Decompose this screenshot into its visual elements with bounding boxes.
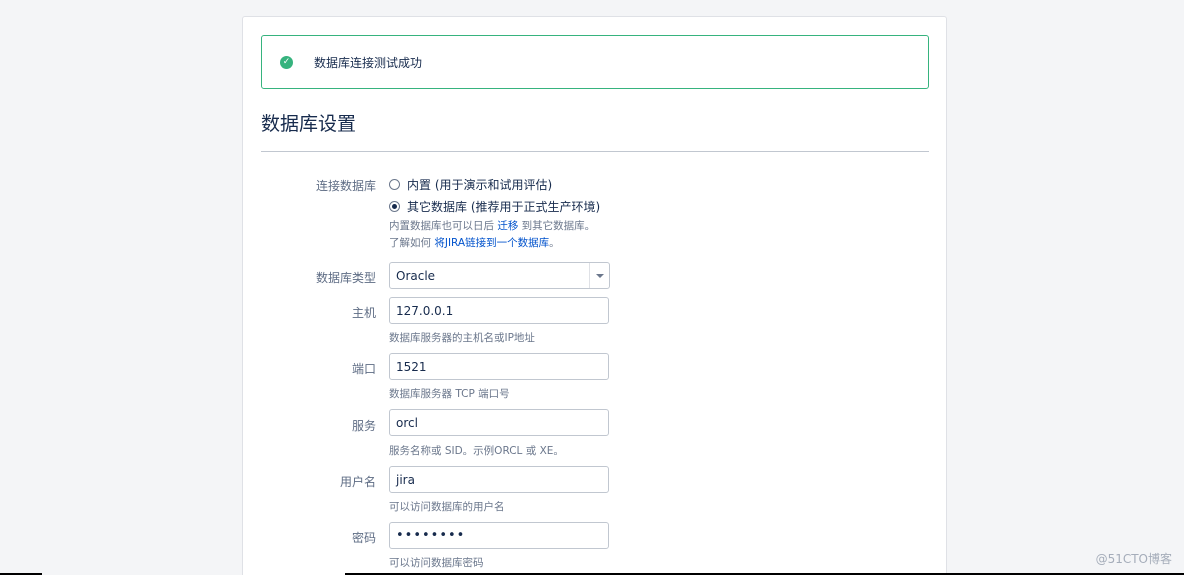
radio-builtin-label: 内置 (用于演示和试用评估): [407, 178, 553, 192]
connect-db-link[interactable]: 将JIRA链接到一个数据库: [434, 237, 549, 249]
password-input[interactable]: ••••••••: [389, 522, 609, 549]
connect-help-post: 。: [549, 237, 560, 249]
migrate-help: 内置数据库也可以日后 迁移 到其它数据库。: [389, 218, 595, 233]
chevron-down-icon[interactable]: [589, 263, 609, 288]
database-setup-panel: ✓ 数据库连接测试成功 数据库设置 连接数据库 内置 (用于演示和试用评估) 其…: [242, 16, 947, 575]
host-help: 数据库服务器的主机名或IP地址: [389, 332, 535, 344]
host-input[interactable]: 127.0.0.1: [389, 297, 609, 324]
success-message: 数据库连接测试成功: [314, 55, 423, 70]
db-type-value: Oracle: [396, 268, 436, 283]
watermark: @51CTO博客: [1095, 552, 1172, 566]
service-input[interactable]: orcl: [389, 409, 609, 436]
password-label: 密码: [351, 531, 376, 545]
migrate-link[interactable]: 迁移: [497, 220, 518, 232]
host-label: 主机: [351, 306, 376, 320]
connect-help-pre: 了解如何: [389, 237, 435, 249]
radio-builtin-option[interactable]: 内置 (用于演示和试用评估): [389, 176, 552, 193]
section-title: 数据库设置: [261, 113, 357, 135]
radio-other-db[interactable]: [389, 201, 400, 212]
port-help: 数据库服务器 TCP 端口号: [389, 388, 510, 400]
username-input[interactable]: jira: [389, 466, 609, 493]
db-type-select[interactable]: Oracle: [389, 262, 610, 289]
port-input[interactable]: 1521: [389, 353, 609, 380]
username-label: 用户名: [339, 475, 376, 489]
db-type-label: 数据库类型: [315, 271, 376, 285]
service-label: 服务: [351, 419, 376, 433]
migrate-help-post: 到其它数据库。: [518, 220, 596, 232]
password-help: 可以访问数据库密码: [389, 557, 484, 569]
check-circle-icon: ✓: [280, 55, 293, 69]
section-divider: [261, 151, 929, 152]
service-help: 服务名称或 SID。示例ORCL 或 XE。: [389, 445, 564, 457]
username-help: 可以访问数据库的用户名: [389, 501, 505, 513]
connect-db-help: 了解如何 将JIRA链接到一个数据库。: [389, 235, 560, 250]
radio-builtin[interactable]: [389, 179, 400, 190]
success-banner: ✓ 数据库连接测试成功: [261, 35, 929, 89]
radio-other-db-label: 其它数据库 (推荐用于正式生产环境): [407, 200, 601, 214]
radio-other-db-option[interactable]: 其它数据库 (推荐用于正式生产环境): [389, 198, 600, 215]
migrate-help-pre: 内置数据库也可以日后: [389, 220, 498, 232]
connection-label: 连接数据库: [315, 179, 376, 193]
port-label: 端口: [351, 362, 376, 376]
